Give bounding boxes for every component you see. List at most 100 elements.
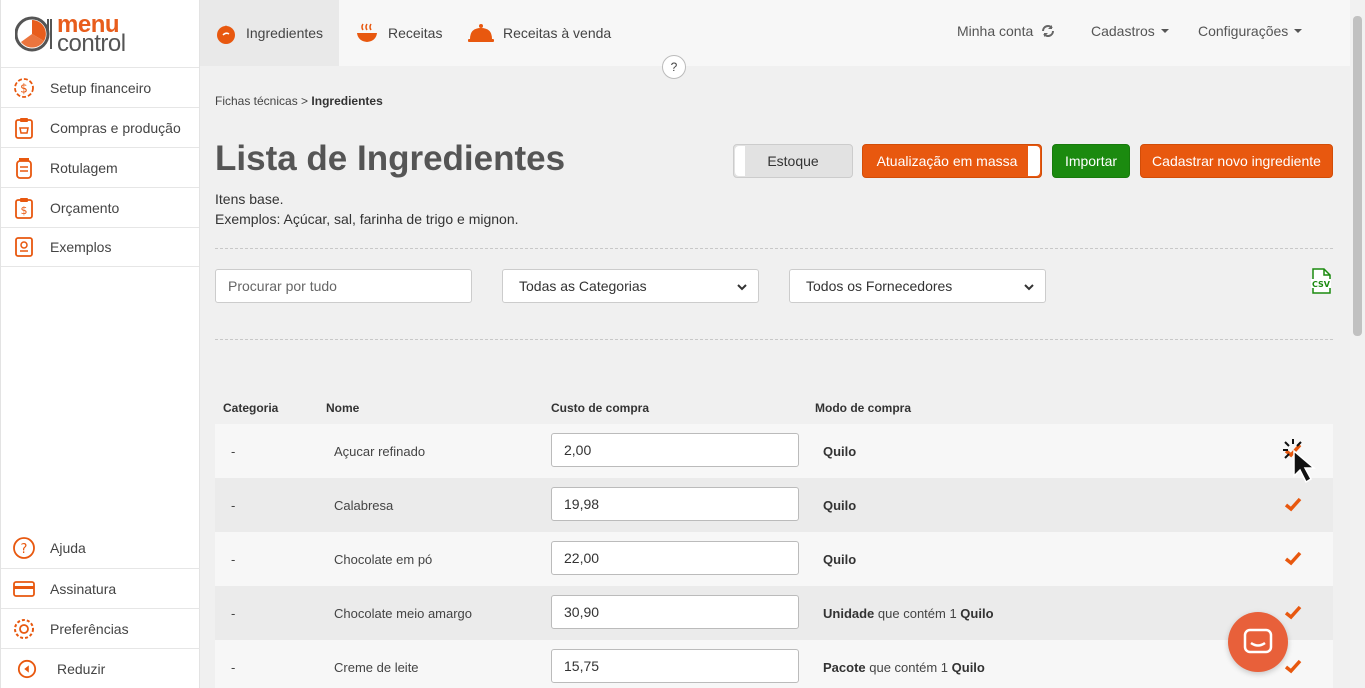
breadcrumb-parent-link[interactable]: Fichas técnicas — [215, 94, 298, 108]
cadastros-label: Cadastros — [1091, 23, 1155, 39]
mouse-cursor-icon — [1283, 439, 1317, 484]
toggle-knob — [1028, 146, 1040, 176]
cell-name: Creme de leite — [334, 659, 419, 675]
jar-label-icon — [11, 155, 37, 181]
tab-ingredientes[interactable]: Ingredientes — [200, 0, 339, 66]
sidebar-item-setup-financeiro[interactable]: $ Setup financeiro — [1, 67, 199, 107]
supplier-select-value: Todos os Fornecedores — [806, 278, 953, 294]
check-icon[interactable] — [1284, 658, 1302, 674]
refresh-icon — [1041, 24, 1055, 38]
breadcrumb-separator: > — [301, 94, 309, 108]
cell-category: - — [231, 659, 236, 675]
sidebar-item-orcamento[interactable]: $ Orçamento — [1, 187, 199, 227]
sidebar-item-ajuda[interactable]: ? Ajuda — [1, 528, 200, 568]
csv-icon-label: CSV — [1312, 280, 1331, 289]
configuracoes-label: Configurações — [1198, 23, 1289, 39]
cooking-pot-icon — [354, 20, 380, 46]
check-icon[interactable] — [1284, 604, 1302, 620]
cell-mode: Quilo — [823, 424, 856, 478]
budget-clipboard-icon: $ — [11, 195, 37, 221]
sidebar-item-compras[interactable]: Compras e produção — [1, 107, 199, 147]
table-row[interactable]: - Chocolate meio amargo 30,90 Unidade qu… — [215, 586, 1333, 640]
scrollbar-thumb[interactable] — [1353, 16, 1362, 336]
sidebar-item-label: Setup financeiro — [50, 79, 152, 96]
cell-category: - — [231, 443, 236, 459]
sidebar-item-reduzir[interactable]: Reduzir — [1, 648, 200, 688]
sidebar-item-label: Rotulagem — [50, 159, 118, 176]
credit-card-icon — [11, 576, 37, 602]
minha-conta-label: Minha conta — [957, 23, 1034, 39]
shopping-list-icon — [11, 115, 37, 141]
sidebar: menu control $ Setup financeiro Compras … — [0, 0, 200, 688]
breadcrumb: Fichas técnicas > Ingredientes — [215, 94, 383, 108]
category-select[interactable]: Todas as Categorias — [502, 269, 759, 303]
divider — [215, 339, 1333, 340]
cell-category: - — [231, 551, 236, 567]
breadcrumb-current: Ingredientes — [311, 94, 383, 108]
search-input[interactable] — [215, 269, 472, 303]
cell-mode: Quilo — [823, 478, 856, 532]
tab-receitas[interactable]: Receitas — [354, 0, 442, 66]
unit-label: Quilo — [823, 551, 857, 567]
cadastros-menu[interactable]: Cadastros — [1091, 0, 1169, 62]
unit-label: Unidade — [823, 605, 875, 621]
csv-export-button[interactable]: CSV — [1310, 268, 1332, 299]
cell-category: - — [231, 497, 236, 513]
table-row[interactable]: - Açucar refinado 2,00 Quilo — [215, 424, 1333, 478]
cost-input[interactable]: 2,00 — [551, 433, 799, 467]
logo[interactable]: menu control — [1, 0, 199, 67]
cost-input[interactable]: 22,00 — [551, 541, 799, 575]
page-title: Lista de Ingredientes — [215, 139, 566, 178]
new-ingredient-button[interactable]: Cadastrar novo ingrediente — [1140, 144, 1333, 178]
unit-label: Quilo — [823, 497, 857, 513]
atualizacao-em-massa-toggle[interactable]: Atualização em massa — [862, 144, 1042, 178]
chat-launcher-button[interactable] — [1228, 612, 1288, 672]
check-icon[interactable] — [1284, 496, 1302, 512]
check-icon[interactable] — [1284, 550, 1302, 566]
tab-receitas-a-venda[interactable]: Receitas à venda — [467, 0, 611, 66]
tomato-icon — [214, 21, 238, 45]
table-row[interactable]: - Calabresa 19,98 Quilo — [215, 478, 1333, 532]
table-row[interactable]: - Chocolate em pó 22,00 Quilo — [215, 532, 1333, 586]
base-unit-label: Quilo — [951, 659, 985, 675]
caret-down-icon — [1294, 29, 1303, 33]
sidebar-item-label: Exemplos — [50, 239, 112, 255]
sidebar-item-label: Assinatura — [50, 580, 117, 597]
sidebar-item-label: Preferências — [50, 620, 129, 637]
tab-label: Ingredientes — [246, 25, 324, 41]
cell-mode: Unidade que contém 1 Quilo — [823, 586, 994, 640]
import-button[interactable]: Importar — [1052, 144, 1130, 178]
minha-conta-menu[interactable]: Minha conta — [957, 0, 1055, 62]
supplier-select[interactable]: Todos os Fornecedores — [789, 269, 1046, 303]
cost-input[interactable]: 15,75 — [551, 649, 799, 683]
sidebar-item-assinatura[interactable]: Assinatura — [1, 568, 200, 608]
sidebar-item-exemplos[interactable]: Exemplos — [1, 227, 199, 267]
contains-text: que contém 1 — [865, 659, 952, 675]
logo-plate-icon — [15, 16, 52, 51]
tab-label: Receitas à venda — [503, 25, 612, 41]
cost-input[interactable]: 19,98 — [551, 487, 799, 521]
cost-input[interactable]: 30,90 — [551, 595, 799, 629]
subtitle-line-2: Exemplos: Açúcar, sal, farinha de trigo … — [215, 211, 519, 227]
sidebar-item-rotulagem[interactable]: Rotulagem — [1, 147, 199, 187]
estoque-label: Estoque — [767, 153, 819, 169]
collapse-left-icon — [17, 656, 37, 682]
sidebar-item-label: Reduzir — [57, 660, 106, 677]
configuracoes-menu[interactable]: Configurações — [1198, 0, 1303, 62]
csv-file-icon: CSV — [1311, 268, 1331, 294]
sidebar-item-label: Ajuda — [50, 540, 86, 556]
caret-down-icon — [1160, 29, 1169, 33]
top-navbar: Ingredientes Receitas Receitas à venda M… — [200, 0, 1350, 66]
tab-label: Receitas — [388, 25, 443, 41]
page-help-button[interactable]: ? — [662, 55, 686, 79]
chat-icon — [1243, 628, 1273, 654]
col-header-nome: Nome — [326, 401, 360, 415]
sidebar-item-preferencias[interactable]: Preferências — [1, 608, 200, 648]
svg-text:?: ? — [21, 542, 28, 557]
estoque-toggle[interactable]: Estoque — [733, 144, 853, 178]
toggle-knob — [735, 146, 745, 176]
svg-text:$: $ — [21, 204, 28, 217]
table-row[interactable]: - Creme de leite 15,75 Pacote que contém… — [215, 640, 1333, 688]
vertical-scrollbar[interactable] — [1350, 0, 1365, 688]
category-select-value: Todas as Categorias — [519, 278, 647, 294]
